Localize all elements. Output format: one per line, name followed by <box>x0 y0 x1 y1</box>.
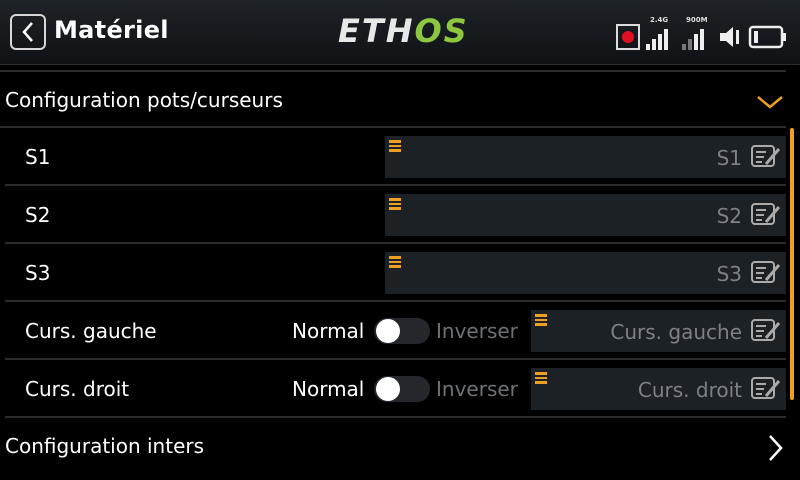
section-pots-header[interactable]: Configuration pots/curseurs <box>0 70 786 128</box>
pot-row-s1: S1 S1 <box>5 129 786 186</box>
slider-name-value: Curs. gauche <box>610 320 742 344</box>
inverse-label: Inverser <box>436 377 518 401</box>
edit-icon[interactable] <box>750 375 782 403</box>
chevron-down-icon <box>757 96 783 109</box>
normal-label: Normal <box>292 377 365 401</box>
chevron-right-icon <box>769 435 783 461</box>
normal-label: Normal <box>292 319 365 343</box>
inverse-label: Inverser <box>436 319 518 343</box>
drag-handle-icon[interactable] <box>535 372 547 384</box>
drag-handle-icon[interactable] <box>389 198 401 210</box>
pot-name-field[interactable]: S2 <box>385 194 786 236</box>
pot-name-field[interactable]: S1 <box>385 136 786 178</box>
battery-icon <box>748 25 786 49</box>
drag-handle-icon[interactable] <box>389 256 401 268</box>
scrollbar[interactable] <box>790 128 794 400</box>
speaker-icon <box>720 27 739 47</box>
slider-name-value: Curs. droit <box>637 378 742 402</box>
slider-name-field[interactable]: Curs. droit <box>531 368 786 410</box>
pot-name-value: S2 <box>716 204 742 228</box>
header-bar: Matériel ETHOS 2.4G 900M <box>0 0 800 65</box>
pot-label: S2 <box>25 203 51 227</box>
status-area: 2.4G 900M <box>616 14 788 50</box>
pot-name-field[interactable]: S3 <box>385 252 786 294</box>
pot-name-value: S3 <box>716 262 742 286</box>
pot-row-s3: S3 S3 <box>5 245 786 302</box>
section-pots-title: Configuration pots/curseurs <box>5 88 283 112</box>
pot-label: S1 <box>25 145 51 169</box>
edit-icon[interactable] <box>750 143 782 171</box>
pot-label: S3 <box>25 261 51 285</box>
edit-icon[interactable] <box>750 259 782 287</box>
record-icon <box>616 24 640 50</box>
page-title: Matériel <box>54 16 169 44</box>
drag-handle-icon[interactable] <box>389 140 401 152</box>
section-switches-title: Configuration inters <box>5 434 205 458</box>
section-switches-header[interactable]: Configuration inters <box>0 419 786 475</box>
slider-row-left: Curs. gauche Normal Inverser Curs. gauch… <box>5 303 786 360</box>
drag-handle-icon[interactable] <box>535 314 547 326</box>
slider-name-field[interactable]: Curs. gauche <box>531 310 786 352</box>
pot-row-s2: S2 S2 <box>5 187 786 244</box>
edit-icon[interactable] <box>750 317 782 345</box>
slider-label: Curs. gauche <box>25 319 157 343</box>
slider-row-right: Curs. droit Normal Inverser Curs. droit <box>5 361 786 418</box>
edit-icon[interactable] <box>750 201 782 229</box>
back-button[interactable] <box>10 14 46 50</box>
invert-toggle[interactable] <box>374 376 430 402</box>
slider-label: Curs. droit <box>25 377 130 401</box>
pot-name-value: S1 <box>716 146 742 170</box>
signal-2-4g-icon: 2.4G <box>646 16 676 50</box>
invert-toggle[interactable] <box>374 318 430 344</box>
signal-900m-icon: 900M <box>682 16 712 50</box>
ethos-logo: ETHOS <box>338 12 469 50</box>
chevron-left-icon <box>22 22 33 42</box>
